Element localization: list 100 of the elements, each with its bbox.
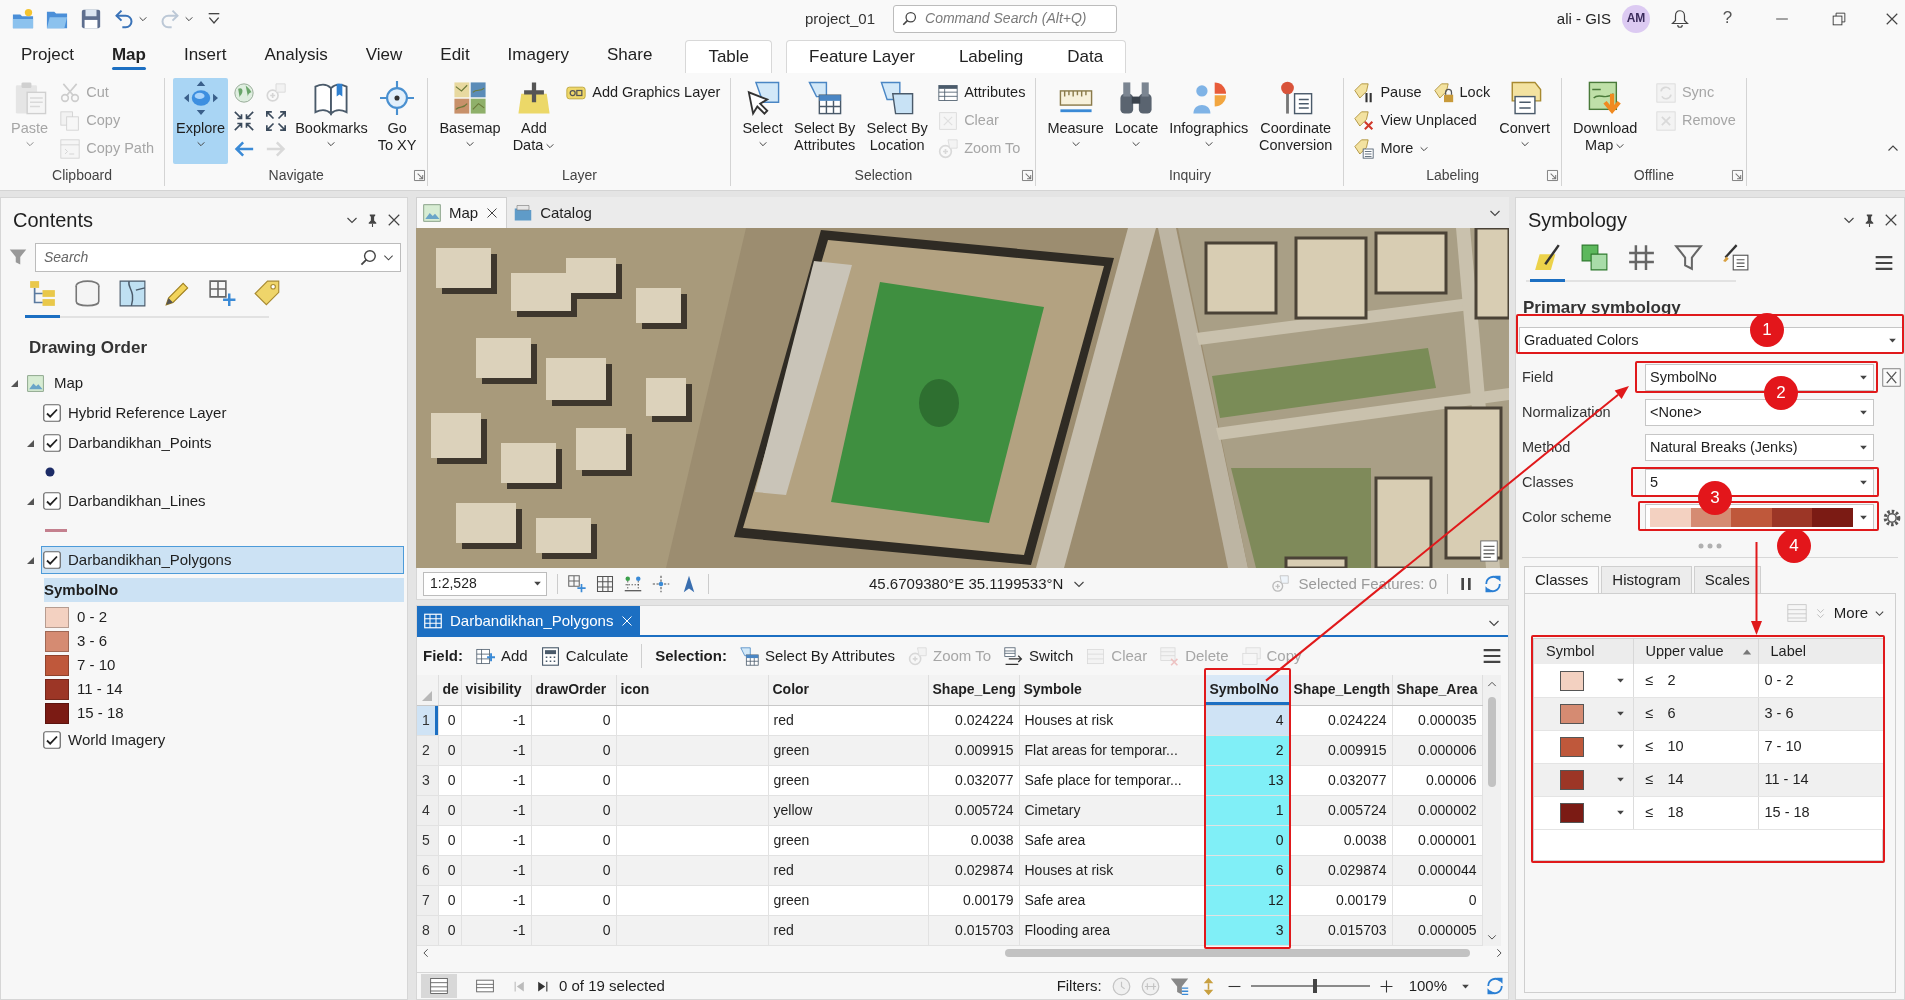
restore-icon[interactable]: [1832, 11, 1846, 26]
more-button[interactable]: More: [1833, 604, 1885, 623]
checkbox[interactable]: [43, 731, 61, 750]
toolbar-button[interactable]: Add: [476, 646, 528, 666]
scrollbar-thumb[interactable]: [1005, 948, 1470, 957]
bell-icon[interactable]: [1671, 9, 1689, 28]
zoom-field[interactable]: 100%: [1402, 977, 1476, 995]
search-icon[interactable]: [360, 248, 377, 266]
ribbon-button[interactable]: View Unplaced: [1352, 108, 1479, 133]
ribbon-tab[interactable]: Data: [1045, 41, 1126, 73]
document-tab[interactable]: Map: [416, 197, 508, 228]
column-header[interactable]: Shape_Length: [1289, 675, 1392, 705]
aerial-map-drawing[interactable]: [416, 228, 1509, 568]
ribbon-button[interactable]: [232, 108, 257, 133]
pin-icon[interactable]: [366, 213, 379, 227]
document-icon[interactable]: [1478, 540, 1500, 562]
layer-item[interactable]: Darbandikhan_Polygons: [41, 546, 404, 575]
ribbon-tab[interactable]: Insert: [164, 37, 246, 73]
ribbon-button[interactable]: Select By Location: [863, 78, 931, 164]
swatch-icon[interactable]: [1560, 802, 1584, 823]
ribbon-button[interactable]: Pause: [1352, 80, 1424, 105]
ribbon-button[interactable]: Download Map: [1569, 78, 1641, 164]
column-header[interactable]: Symbole: [1019, 675, 1205, 705]
row-number-cell[interactable]: 6: [417, 855, 438, 885]
checkbox[interactable]: [43, 551, 61, 570]
launcher-icon[interactable]: [1547, 169, 1559, 181]
swatch-icon[interactable]: [1560, 670, 1584, 691]
filter-icon[interactable]: [9, 248, 27, 266]
pin-icon[interactable]: [1863, 213, 1876, 227]
crosshair-icon[interactable]: [652, 574, 670, 593]
table-cell[interactable]: 11 - 14: [1758, 763, 1884, 797]
avatar[interactable]: AM: [1622, 4, 1650, 33]
last-record-icon[interactable]: [536, 979, 549, 993]
ribbon-tab[interactable]: Share: [588, 37, 672, 73]
ribbon-button[interactable]: Basemap: [436, 78, 504, 164]
gear-icon[interactable]: [1882, 507, 1902, 528]
ribbon-button[interactable]: Go To XY: [374, 78, 420, 164]
ribbon-tab[interactable]: Analysis: [245, 37, 347, 73]
scrollbar-thumb[interactable]: [1487, 697, 1496, 787]
upper-value[interactable]: 14: [1667, 771, 1684, 789]
upper-value[interactable]: 18: [1667, 804, 1684, 822]
document-tab[interactable]: Catalog: [507, 197, 601, 228]
ribbon-tab[interactable]: Map: [92, 37, 165, 73]
dropdown[interactable]: Natural Breaks (Jenks): [1645, 434, 1874, 462]
view-button[interactable]: [421, 974, 457, 998]
ribbon-tab[interactable]: View: [346, 37, 422, 73]
ribbon-button[interactable]: Bookmarks: [292, 78, 371, 164]
column-header[interactable]: de: [438, 675, 461, 705]
column-header[interactable]: drawOrder: [531, 675, 616, 705]
column-header[interactable]: visibility: [461, 675, 531, 705]
help-button[interactable]: ?: [1722, 8, 1733, 29]
ribbon-tab[interactable]: Project: [2, 37, 93, 73]
new-project-icon[interactable]: [12, 7, 34, 30]
search-box[interactable]: Search: [35, 242, 401, 272]
ribbon-button[interactable]: More: [1352, 136, 1432, 161]
checkbox[interactable]: [43, 434, 61, 453]
dropdown[interactable]: <None>: [1645, 399, 1874, 427]
column-header[interactable]: Color: [768, 675, 928, 705]
expand-triangle-icon[interactable]: [25, 496, 35, 507]
swatch-icon[interactable]: [1560, 703, 1584, 724]
pause-icon[interactable]: [1458, 575, 1474, 592]
menu-icon[interactable]: [1874, 253, 1894, 273]
slider-thumb[interactable]: [1312, 979, 1317, 993]
snapping-icon[interactable]: [624, 574, 642, 593]
ribbon-button[interactable]: Select: [739, 78, 786, 164]
table-cell[interactable]: 7 - 10: [1758, 730, 1884, 764]
toolbar-button[interactable]: Select By Attributes: [739, 646, 895, 666]
splitter-grip-icon[interactable]: [1698, 542, 1722, 551]
column-header[interactable]: icon: [616, 675, 768, 705]
ribbon-button[interactable]: Convert: [1496, 78, 1553, 164]
panel-tab[interactable]: Histogram: [1601, 566, 1692, 594]
ribbon-button[interactable]: Explore: [173, 78, 229, 164]
close-icon[interactable]: [1884, 213, 1898, 227]
plus-icon[interactable]: [1379, 979, 1393, 993]
chevron-right-icon[interactable]: [1494, 947, 1504, 958]
upper-value[interactable]: 2: [1667, 671, 1676, 690]
layer-item[interactable]: Hybrid Reference Layer: [41, 399, 404, 428]
table-cell[interactable]: 3 - 6: [1758, 697, 1884, 731]
layer-item[interactable]: Map: [25, 369, 404, 398]
table-cell[interactable]: 15 - 18: [1758, 796, 1884, 830]
table-cell[interactable]: 0 - 2: [1758, 664, 1884, 698]
row-number-cell[interactable]: 3: [417, 765, 438, 795]
panel-tab[interactable]: Scales: [1693, 566, 1761, 594]
toolbar-button[interactable]: Switch: [1004, 646, 1074, 666]
crossed-box-icon[interactable]: [1882, 368, 1901, 388]
expand-triangle-icon[interactable]: [9, 378, 19, 389]
upper-value[interactable]: 10: [1667, 738, 1684, 756]
ribbon-button[interactable]: Measure: [1044, 78, 1107, 164]
scale-field[interactable]: 1:2,528: [423, 571, 547, 596]
search-input[interactable]: Search: [44, 246, 354, 268]
close-icon[interactable]: [387, 213, 401, 227]
command-search-field[interactable]: Command Search (Alt+Q): [893, 4, 1118, 33]
column-header[interactable]: SymbolNo: [1205, 675, 1289, 705]
ribbon-tab[interactable]: Table: [686, 41, 772, 73]
layer-item[interactable]: World Imagery: [41, 726, 404, 755]
row-number-cell[interactable]: 2: [417, 735, 438, 765]
upper-value[interactable]: 6: [1667, 705, 1676, 723]
expand-triangle-icon[interactable]: [25, 438, 35, 449]
undo-icon[interactable]: [114, 8, 134, 29]
ribbon-tab[interactable]: Edit: [421, 37, 489, 73]
